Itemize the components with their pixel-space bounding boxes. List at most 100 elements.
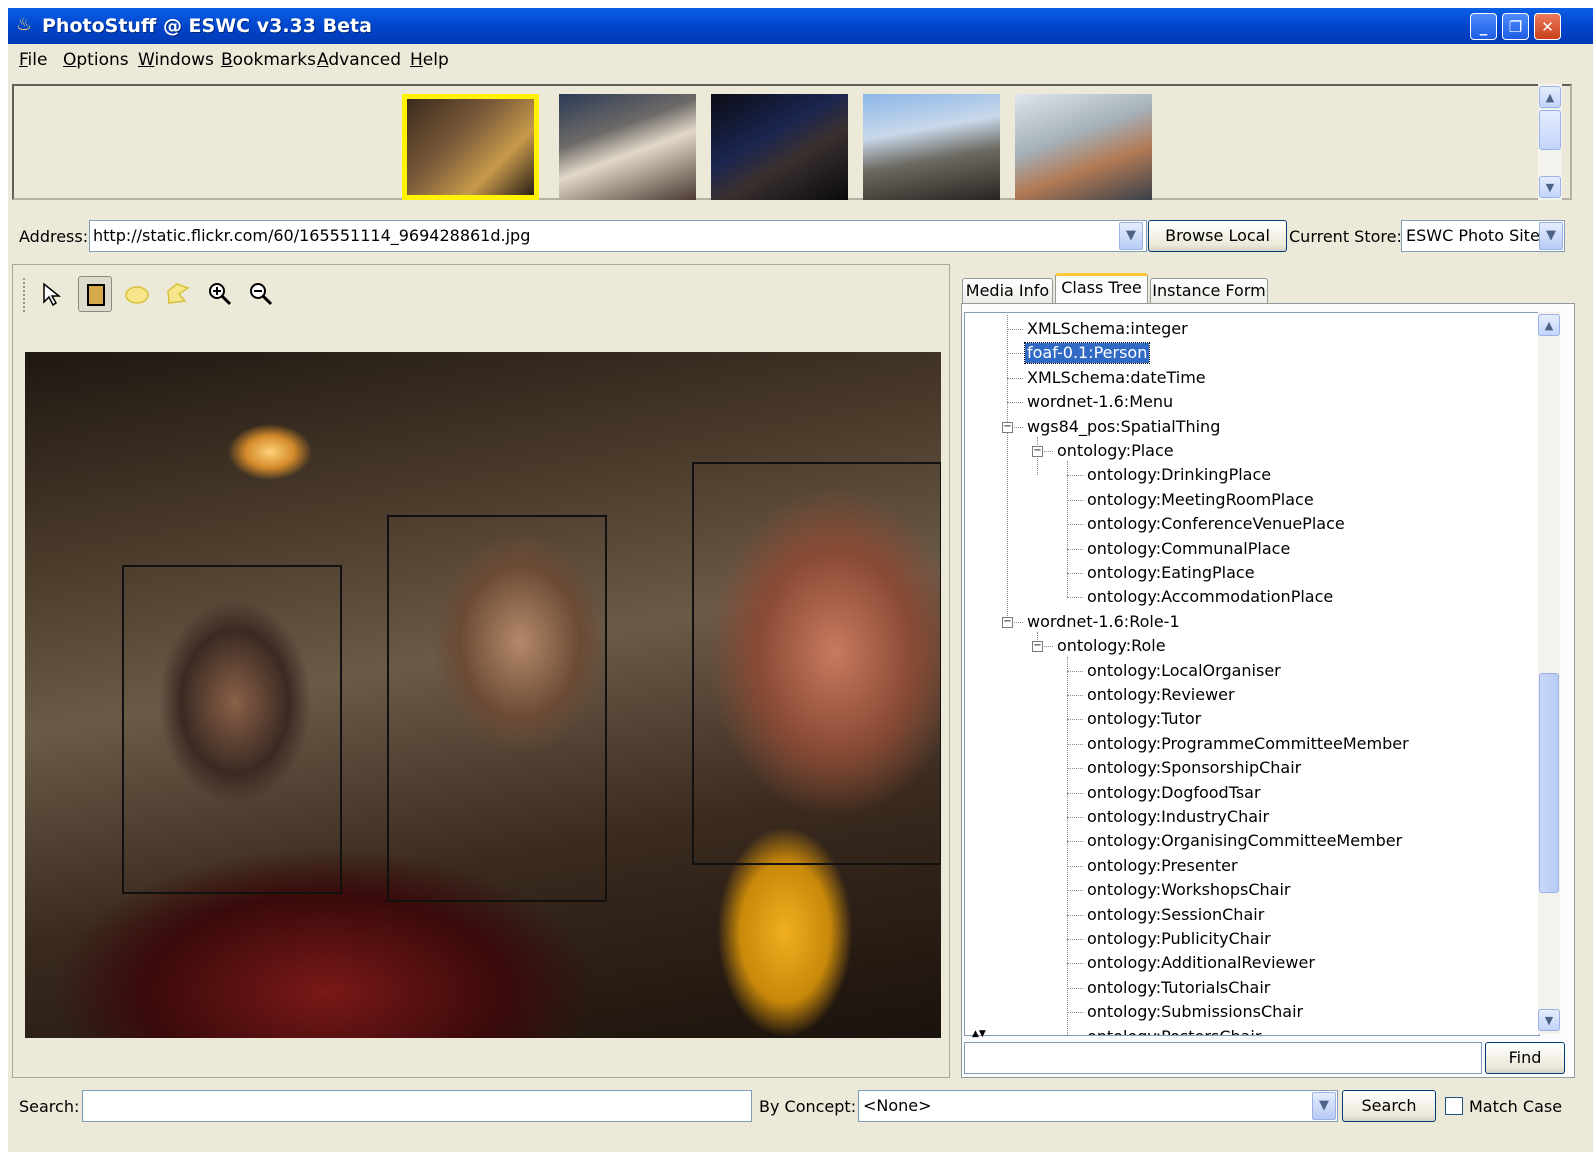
concept-select[interactable]: <None> xyxy=(858,1090,1338,1122)
tree-node[interactable]: ontology:SessionChair xyxy=(1085,905,1266,925)
find-input[interactable] xyxy=(964,1042,1482,1074)
zoom-out-tool[interactable] xyxy=(244,276,278,312)
maximize-button[interactable]: ❐ xyxy=(1502,13,1529,40)
browse-local-button[interactable]: Browse Local xyxy=(1148,220,1287,252)
tree-node[interactable]: ontology:OrganisingCommitteeMember xyxy=(1085,831,1404,851)
concept-dropdown-icon[interactable]: ▼ xyxy=(1312,1092,1336,1120)
tree-node[interactable]: ontology:PublicityChair xyxy=(1085,929,1273,949)
menu-advanced[interactable]: Advanced xyxy=(317,50,401,70)
thumbnail-1[interactable] xyxy=(402,94,539,200)
window-title: PhotoStuff @ ESWC v3.33 Beta xyxy=(42,15,372,37)
tree-node[interactable]: ontology:Presenter xyxy=(1085,856,1240,876)
tree-scroll-thumb[interactable] xyxy=(1539,673,1559,893)
tree-node[interactable]: ontology:DogfoodTsar xyxy=(1085,783,1263,803)
minimize-button[interactable]: _ xyxy=(1470,13,1497,40)
tree-connector xyxy=(1067,963,1083,965)
tree-node[interactable]: XMLSchema:integer xyxy=(1025,319,1190,339)
tree-connector xyxy=(1067,841,1083,843)
menu-help[interactable]: Help xyxy=(410,50,449,70)
zoom-in-tool[interactable] xyxy=(203,276,237,312)
match-case-label: Match Case xyxy=(1469,1097,1563,1116)
tab-class-tree[interactable]: Class Tree xyxy=(1055,273,1148,304)
face-region-1[interactable] xyxy=(122,565,342,894)
address-label: Address: xyxy=(19,227,89,246)
tree-node[interactable]: wgs84_pos:SpatialThing xyxy=(1025,417,1222,437)
find-button[interactable]: Find xyxy=(1485,1042,1565,1074)
scroll-up-icon[interactable]: ▲ xyxy=(1539,86,1561,108)
tree-connector xyxy=(1067,865,1083,867)
scroll-down-icon[interactable]: ▼ xyxy=(1538,1009,1560,1031)
thumbnail-5[interactable] xyxy=(1015,94,1152,200)
address-input[interactable]: http://static.flickr.com/60/165551114_96… xyxy=(89,220,1147,252)
menu-windows[interactable]: Windows xyxy=(138,50,214,70)
address-dropdown-icon[interactable]: ▼ xyxy=(1119,222,1143,250)
face-region-3[interactable] xyxy=(692,462,941,865)
tree-node[interactable]: XMLSchema:dateTime xyxy=(1025,368,1208,388)
photo-canvas[interactable] xyxy=(25,352,941,1038)
tree-connector xyxy=(1007,353,1023,355)
tree-node[interactable]: ontology:LocalOrganiser xyxy=(1085,661,1283,681)
split-arrows-icon[interactable]: ▲▼ xyxy=(972,1030,986,1039)
zoom-in-icon xyxy=(209,283,232,306)
thumbnail-2[interactable] xyxy=(559,94,696,200)
search-button[interactable]: Search xyxy=(1342,1090,1436,1122)
tree-node[interactable]: ontology:ConferenceVenuePlace xyxy=(1085,514,1347,534)
search-input[interactable] xyxy=(82,1090,752,1122)
tree-node[interactable]: ontology:Reviewer xyxy=(1085,685,1237,705)
tree-connector xyxy=(1067,768,1083,770)
tree-collapse-icon[interactable]: − xyxy=(1032,641,1043,653)
application-window: ♨ PhotoStuff @ ESWC v3.33 Beta _ ❐ ✕ Fil… xyxy=(8,8,1593,1152)
match-case-checkbox[interactable] xyxy=(1445,1097,1463,1115)
tree-node[interactable]: ontology:TutorialsChair xyxy=(1085,978,1272,998)
menu-options[interactable]: Options xyxy=(63,50,129,70)
polygon-region-icon xyxy=(167,283,190,304)
tree-node[interactable]: ontology:Tutor xyxy=(1085,709,1203,729)
select-tool[interactable] xyxy=(36,276,70,312)
tree-node[interactable]: ontology:MeetingRoomPlace xyxy=(1085,490,1316,510)
close-button[interactable]: ✕ xyxy=(1534,13,1561,40)
tree-node[interactable]: wordnet-1.6:Menu xyxy=(1025,392,1175,412)
tree-stem xyxy=(1067,656,1068,1035)
tree-node[interactable]: ontology:Place xyxy=(1055,441,1176,461)
scroll-down-icon[interactable]: ▼ xyxy=(1539,176,1561,198)
tree-node[interactable]: ontology:SponsorshipChair xyxy=(1085,758,1303,778)
menu-file[interactable]: File xyxy=(19,50,47,70)
tree-node[interactable]: ontology:WorkshopsChair xyxy=(1085,880,1293,900)
tree-node[interactable]: foaf-0.1:Person xyxy=(1023,342,1151,365)
tree-connector xyxy=(1067,1012,1083,1014)
tree-node[interactable]: ontology:PostersChair xyxy=(1085,1027,1263,1035)
tree-collapse-icon[interactable]: − xyxy=(1032,446,1043,457)
tree-node[interactable]: ontology:EatingPlace xyxy=(1085,563,1257,583)
tree-node[interactable]: ontology:CommunalPlace xyxy=(1085,539,1292,559)
thumbnail-4[interactable] xyxy=(863,94,1000,200)
polygon-tool[interactable] xyxy=(161,276,195,312)
face-region-2[interactable] xyxy=(387,515,607,902)
tree-node[interactable]: ontology:AdditionalReviewer xyxy=(1085,953,1317,973)
tree-connector xyxy=(1067,743,1083,745)
thumbnail-scrollbar[interactable]: ▲ ▼ xyxy=(1538,84,1562,200)
tree-node[interactable]: ontology:DrinkingPlace xyxy=(1085,465,1273,485)
scroll-up-icon[interactable]: ▲ xyxy=(1538,314,1560,336)
tree-node[interactable]: wordnet-1.6:Role-1 xyxy=(1025,612,1182,632)
ellipse-tool[interactable] xyxy=(120,276,154,312)
thumbnail-3[interactable] xyxy=(711,94,848,200)
tree-node[interactable]: ontology:Role xyxy=(1055,636,1168,656)
tab-instance-form[interactable]: Instance Form xyxy=(1150,278,1268,304)
scroll-thumb[interactable] xyxy=(1539,110,1561,150)
tree-node[interactable]: ontology:ProgrammeCommitteeMember xyxy=(1085,734,1411,754)
title-bar[interactable]: ♨ PhotoStuff @ ESWC v3.33 Beta _ ❐ ✕ xyxy=(8,8,1593,44)
menu-bookmarks[interactable]: Bookmarks xyxy=(221,50,316,70)
rectangle-tool[interactable] xyxy=(78,276,112,312)
tree-node[interactable]: ontology:SubmissionsChair xyxy=(1085,1002,1305,1022)
tree-connector xyxy=(1067,939,1083,940)
tree-node[interactable]: ontology:AccommodationPlace xyxy=(1085,587,1335,607)
store-dropdown-icon[interactable]: ▼ xyxy=(1539,222,1563,250)
tree-connector xyxy=(1067,890,1083,892)
tree-collapse-icon[interactable]: − xyxy=(1002,616,1013,628)
tree-collapse-icon[interactable]: − xyxy=(1002,421,1013,433)
tree-node[interactable]: ontology:IndustryChair xyxy=(1085,807,1271,827)
by-concept-label: By Concept: xyxy=(759,1097,857,1116)
class-tree[interactable]: XMLSchema:integer foaf-0.1:Person XMLSchem… xyxy=(964,312,1540,1036)
tab-media-info[interactable]: Media Info xyxy=(962,278,1053,304)
tree-connector xyxy=(1067,475,1083,477)
